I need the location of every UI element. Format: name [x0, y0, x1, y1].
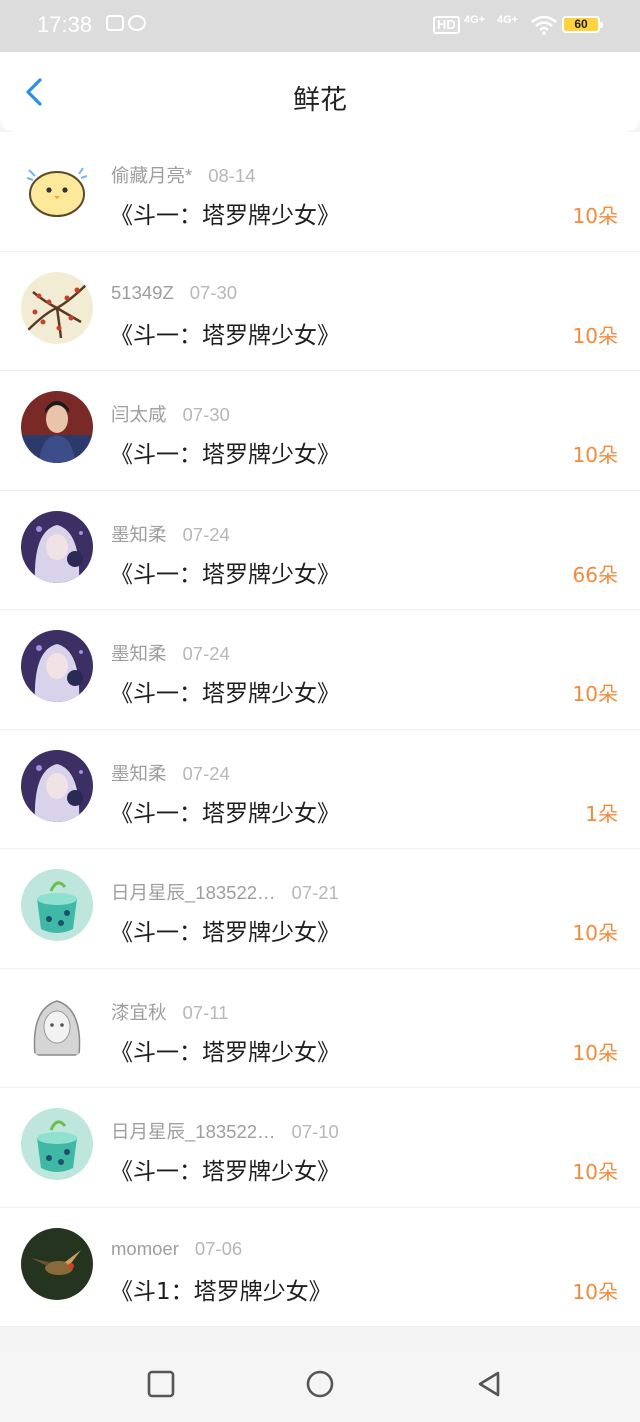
item-meta: 日月星辰_183522… 07-10	[111, 1118, 339, 1144]
gift-date: 07-30	[182, 404, 230, 425]
page-title: 鲜花	[293, 85, 347, 116]
user-name[interactable]: 日月星辰_183522…	[111, 882, 276, 903]
item-meta: 日月星辰_183522… 07-21	[111, 879, 339, 905]
item-meta: 墨知柔 07-24	[111, 521, 230, 547]
gift-date: 07-06	[194, 1237, 243, 1259]
list-item[interactable]: 墨知柔 07-24 《斗一：塔罗牌少女》 1朵	[0, 729, 640, 849]
avatar[interactable]	[21, 630, 93, 702]
user-name[interactable]: 漆宜秋	[111, 1002, 167, 1023]
avatar[interactable]	[21, 749, 93, 822]
avatar[interactable]	[21, 988, 93, 1061]
item-meta: 51349Z 07-30	[111, 282, 237, 304]
avatar[interactable]	[21, 1108, 93, 1180]
book-title[interactable]: 《斗一：塔罗牌少女》	[110, 196, 340, 230]
item-meta: 墨知柔 07-24	[111, 760, 230, 786]
gift-date: 07-24	[182, 643, 230, 664]
flower-amount: 10朵	[572, 682, 618, 706]
flower-amount: 10朵	[572, 1160, 618, 1184]
gift-date: 08-14	[208, 165, 256, 186]
avatar[interactable]	[21, 152, 93, 224]
list-item[interactable]: 日月星辰_183522… 07-21 《斗一：塔罗牌少女》 10朵	[0, 849, 640, 969]
book-title[interactable]: 《斗一：塔罗牌少女》	[110, 1152, 340, 1186]
user-name[interactable]: 墨知柔	[111, 524, 167, 545]
status-bar: 17:38 HD 4G+ 4G+ 60	[0, 0, 640, 52]
flower-amount: 1朵	[585, 801, 618, 826]
flower-amount: 10朵	[572, 921, 618, 945]
item-meta: momoer 07-06	[111, 1238, 242, 1260]
gift-date: 07-11	[182, 1001, 229, 1023]
home-icon[interactable]	[305, 1369, 335, 1399]
list-item[interactable]: 漆宜秋 07-11 《斗一：塔罗牌少女》 10朵	[0, 968, 640, 1088]
hd-indicator: HD	[433, 16, 460, 34]
gift-date: 07-24	[182, 523, 230, 545]
list-item[interactable]: 日月星辰_183522… 07-10 《斗一：塔罗牌少女》 10朵	[0, 1088, 640, 1208]
avatar[interactable]	[21, 869, 93, 941]
list-item[interactable]: 偷藏月亮* 08-14 《斗一：塔罗牌少女》 10朵	[0, 132, 640, 252]
user-name[interactable]: 墨知柔	[111, 763, 167, 784]
notification-icon	[106, 15, 124, 31]
list-item[interactable]: momoer 07-06 《斗1：塔罗牌少女》 10朵	[0, 1207, 640, 1327]
item-meta: 漆宜秋 07-11	[111, 999, 228, 1025]
book-title[interactable]: 《斗一：塔罗牌少女》	[110, 316, 340, 350]
wifi-icon	[531, 15, 557, 35]
user-name[interactable]: 墨知柔	[111, 643, 167, 664]
avatar[interactable]	[21, 391, 93, 463]
item-meta: 偷藏月亮* 08-14	[111, 162, 256, 188]
avatar[interactable]	[21, 1227, 93, 1300]
item-meta: 闫太咸 07-30	[111, 401, 230, 427]
user-name[interactable]: 闫太咸	[111, 404, 167, 425]
signal-4g-1: 4G+	[464, 14, 486, 26]
flower-amount: 10朵	[572, 323, 618, 348]
signal-4g-2: 4G+	[497, 14, 519, 26]
wechat-icon	[128, 15, 146, 31]
back-nav-icon[interactable]	[474, 1369, 504, 1399]
flower-amount: 10朵	[572, 1279, 618, 1304]
gift-date: 07-10	[291, 1121, 339, 1142]
battery-indicator: 60	[562, 16, 603, 33]
flower-amount: 10朵	[572, 204, 618, 228]
book-title[interactable]: 《斗一：塔罗牌少女》	[110, 435, 340, 469]
flower-amount: 10朵	[572, 443, 618, 467]
avatar[interactable]	[21, 271, 93, 344]
book-title[interactable]: 《斗一：塔罗牌少女》	[110, 674, 340, 708]
list-item[interactable]: 闫太咸 07-30 《斗一：塔罗牌少女》 10朵	[0, 371, 640, 491]
list-item[interactable]: 墨知柔 07-24 《斗一：塔罗牌少女》 66朵	[0, 490, 640, 610]
list-item[interactable]: 51349Z 07-30 《斗一：塔罗牌少女》 10朵	[0, 251, 640, 371]
status-time: 17:38	[37, 12, 93, 37]
gift-date: 07-21	[291, 882, 339, 903]
book-title[interactable]: 《斗一：塔罗牌少女》	[110, 555, 340, 589]
book-title[interactable]: 《斗1：塔罗牌少女》	[110, 1272, 332, 1306]
list-item[interactable]: 墨知柔 07-24 《斗一：塔罗牌少女》 10朵	[0, 610, 640, 730]
user-name[interactable]: 日月星辰_183522…	[111, 1121, 276, 1142]
user-name[interactable]: momoer	[111, 1238, 179, 1259]
gift-date: 07-30	[189, 281, 238, 303]
header: 鲜花	[0, 52, 640, 132]
recent-apps-icon[interactable]	[146, 1369, 176, 1399]
user-name[interactable]: 51349Z	[111, 282, 174, 303]
book-title[interactable]: 《斗一：塔罗牌少女》	[110, 1033, 340, 1067]
flower-amount: 10朵	[572, 1040, 618, 1065]
avatar[interactable]	[21, 510, 93, 583]
gift-date: 07-24	[182, 762, 230, 784]
user-name[interactable]: 偷藏月亮*	[111, 165, 192, 186]
book-title[interactable]: 《斗一：塔罗牌少女》	[110, 913, 340, 947]
book-title[interactable]: 《斗一：塔罗牌少女》	[110, 794, 340, 828]
system-nav-bar	[0, 1346, 640, 1422]
flower-amount: 66朵	[572, 562, 618, 587]
item-meta: 墨知柔 07-24	[111, 640, 230, 666]
